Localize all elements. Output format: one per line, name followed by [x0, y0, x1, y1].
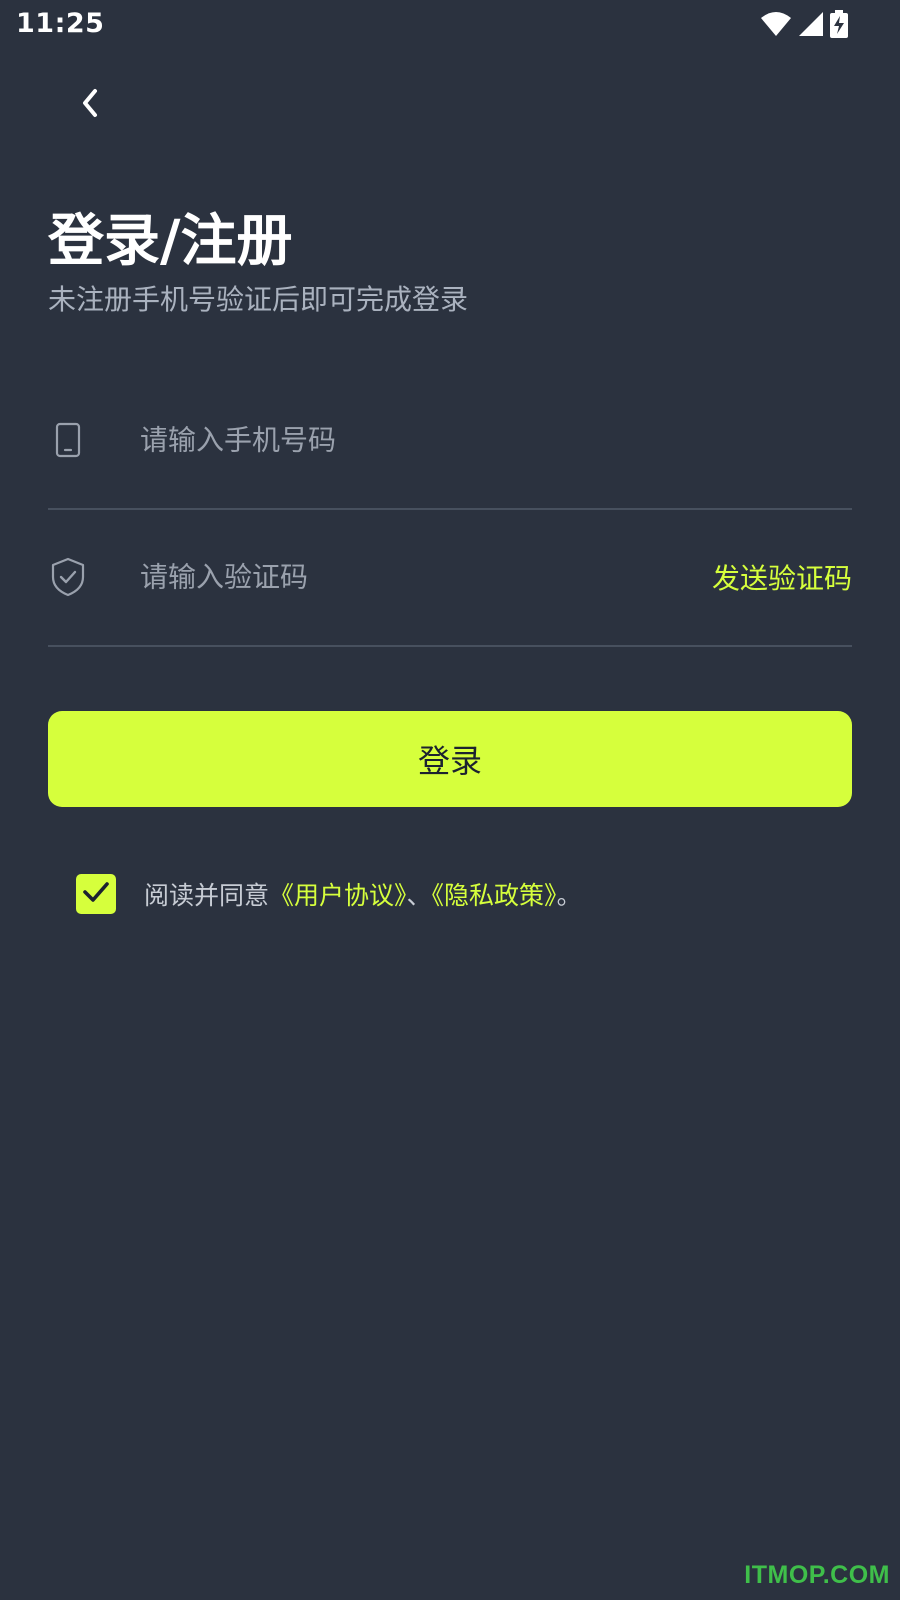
checkmark-icon: [82, 881, 110, 907]
agreement-separator: 、: [406, 881, 432, 910]
watermark: ITMOP.COM: [744, 1561, 890, 1589]
shield-check-icon: [48, 556, 88, 598]
agreement-text: 阅读并同意《用户协议》、《隐私政策》。: [144, 876, 582, 912]
user-agreement-link[interactable]: 《用户协议》: [269, 881, 407, 910]
verification-code-input[interactable]: [140, 560, 620, 594]
send-code-button[interactable]: 发送验证码: [712, 557, 852, 597]
back-button[interactable]: [68, 80, 112, 130]
status-bar: 11:25: [0, 0, 900, 48]
page-title: 登录/注册: [48, 209, 293, 274]
agreement-row: 阅读并同意《用户协议》、《隐私政策》。: [76, 874, 582, 914]
signal-icon: [798, 11, 824, 37]
status-icons: [760, 10, 848, 38]
chevron-left-icon: [80, 88, 100, 122]
wifi-icon: [760, 11, 792, 37]
phone-field: [48, 372, 852, 510]
mobile-phone-icon: [48, 419, 88, 461]
agreement-prefix: 阅读并同意: [144, 881, 270, 910]
page-subtitle: 未注册手机号验证后即可完成登录: [48, 283, 469, 316]
login-button[interactable]: 登录: [48, 711, 852, 807]
battery-charging-icon: [830, 10, 848, 38]
phone-input[interactable]: [140, 423, 620, 457]
agreement-suffix: 。: [556, 881, 582, 910]
verification-code-field: 发送验证码: [48, 509, 852, 647]
privacy-policy-link[interactable]: 《隐私政策》: [432, 881, 557, 910]
status-time: 11:25: [16, 8, 105, 39]
agreement-checkbox[interactable]: [76, 874, 116, 914]
